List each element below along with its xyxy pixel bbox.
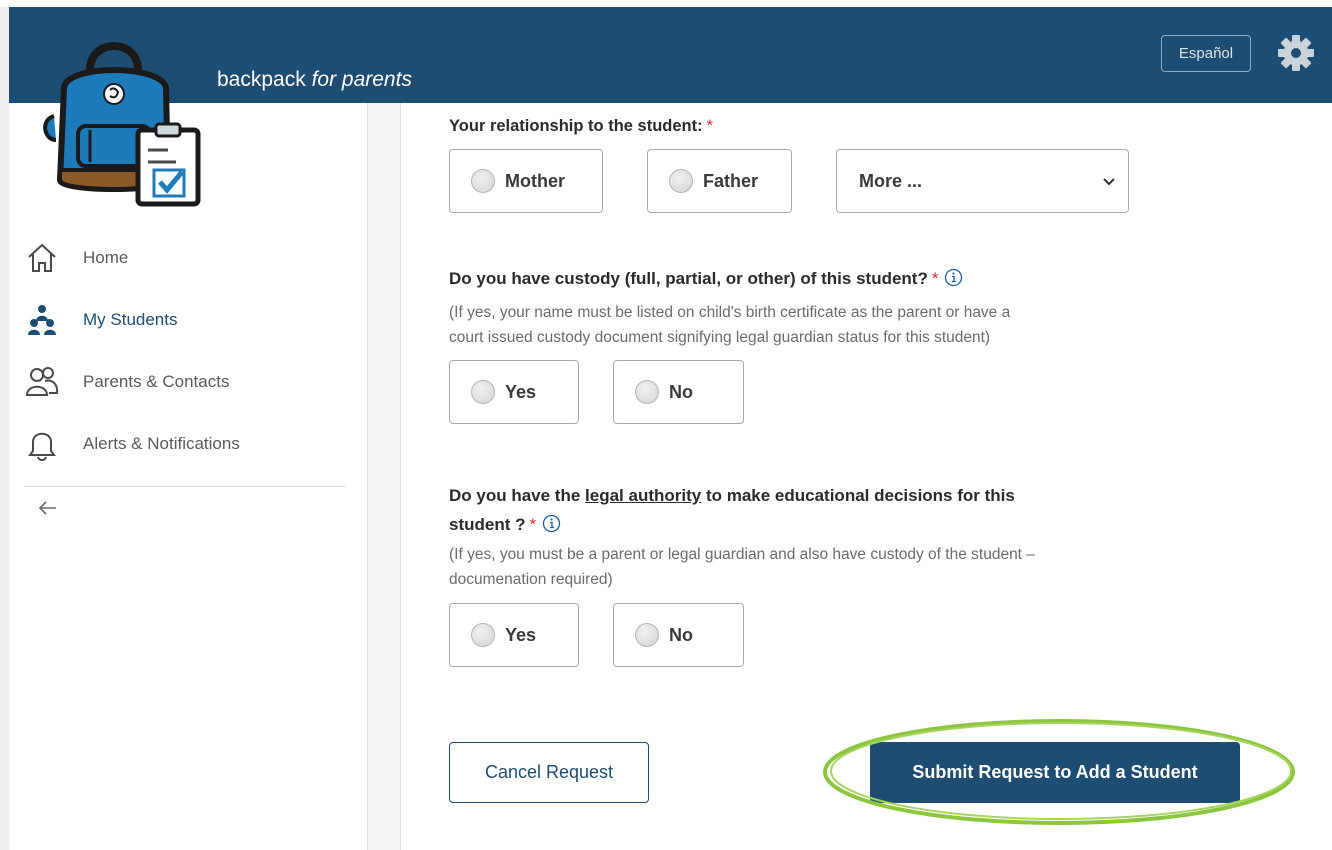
radio-button[interactable]: [635, 623, 659, 647]
sidebar-item-alerts[interactable]: Alerts & Notifications: [24, 424, 240, 464]
radio-legal-yes[interactable]: Yes: [449, 603, 579, 667]
window-edge: [0, 0, 9, 850]
custody-hint: (If yes, your name must be listed on chi…: [449, 304, 1011, 346]
students-icon: [24, 302, 60, 338]
radio-mother[interactable]: Mother: [449, 149, 603, 213]
sidebar-divider: [24, 486, 345, 487]
chevron-down-icon: [1102, 175, 1116, 189]
app-title: backpack for parents: [217, 68, 412, 91]
radio-label: No: [669, 381, 693, 402]
required-mark: *: [529, 515, 537, 534]
custody-question: Do you have custody (full, partial, or o…: [449, 268, 963, 289]
arrow-left-icon[interactable]: [36, 496, 60, 520]
radio-button[interactable]: [471, 169, 495, 193]
radio-custody-no[interactable]: No: [613, 360, 744, 424]
radio-father[interactable]: Father: [647, 149, 792, 213]
sidebar-item-label: My Students: [83, 310, 178, 329]
radio-custody-yes[interactable]: Yes: [449, 360, 579, 424]
sidebar-item-home[interactable]: Home: [24, 238, 128, 278]
relationship-question: Your relationship to the student: *: [449, 117, 714, 135]
sidebar-item-label: Parents & Contacts: [83, 372, 230, 391]
info-icon[interactable]: [944, 268, 963, 287]
sidebar-item-label: Alerts & Notifications: [83, 434, 240, 453]
language-toggle-button[interactable]: Español: [1161, 35, 1251, 72]
required-mark: *: [931, 269, 939, 288]
radio-label: Yes: [505, 381, 537, 402]
legal-authority-question: Do you have the legal authority to make …: [449, 486, 1015, 534]
cancel-request-button[interactable]: Cancel Request: [449, 742, 649, 803]
home-icon: [24, 240, 60, 276]
radio-label: Father: [703, 170, 759, 191]
sidebar-item-label: Home: [83, 248, 129, 267]
radio-legal-no[interactable]: No: [613, 603, 744, 667]
radio-label: Mother: [505, 170, 565, 191]
info-icon[interactable]: [542, 513, 561, 533]
legal-authority-link[interactable]: legal authority: [585, 486, 701, 505]
radio-button[interactable]: [471, 623, 495, 647]
relationship-more-select[interactable]: More ...: [836, 149, 1129, 213]
radio-button[interactable]: [669, 169, 693, 193]
radio-label: No: [669, 624, 693, 645]
sidebar-item-parents-contacts[interactable]: Parents & Contacts: [24, 362, 229, 402]
radio-label: Yes: [505, 624, 537, 645]
sidebar: [9, 103, 367, 850]
select-value: More ...: [859, 170, 923, 191]
submit-request-button[interactable]: Submit Request to Add a Student: [870, 742, 1240, 803]
window-top-edge: [0, 0, 1332, 7]
required-mark: *: [706, 117, 714, 135]
bell-icon: [24, 426, 60, 462]
backpack-logo[interactable]: [30, 30, 210, 210]
radio-button[interactable]: [635, 380, 659, 404]
sidebar-item-my-students[interactable]: My Students: [24, 300, 178, 340]
gear-icon[interactable]: [1277, 34, 1315, 72]
contacts-icon: [24, 364, 60, 400]
radio-button[interactable]: [471, 380, 495, 404]
sidebar-gutter: [367, 103, 401, 850]
legal-authority-hint: (If yes, you must be a parent or legal g…: [449, 546, 1035, 588]
